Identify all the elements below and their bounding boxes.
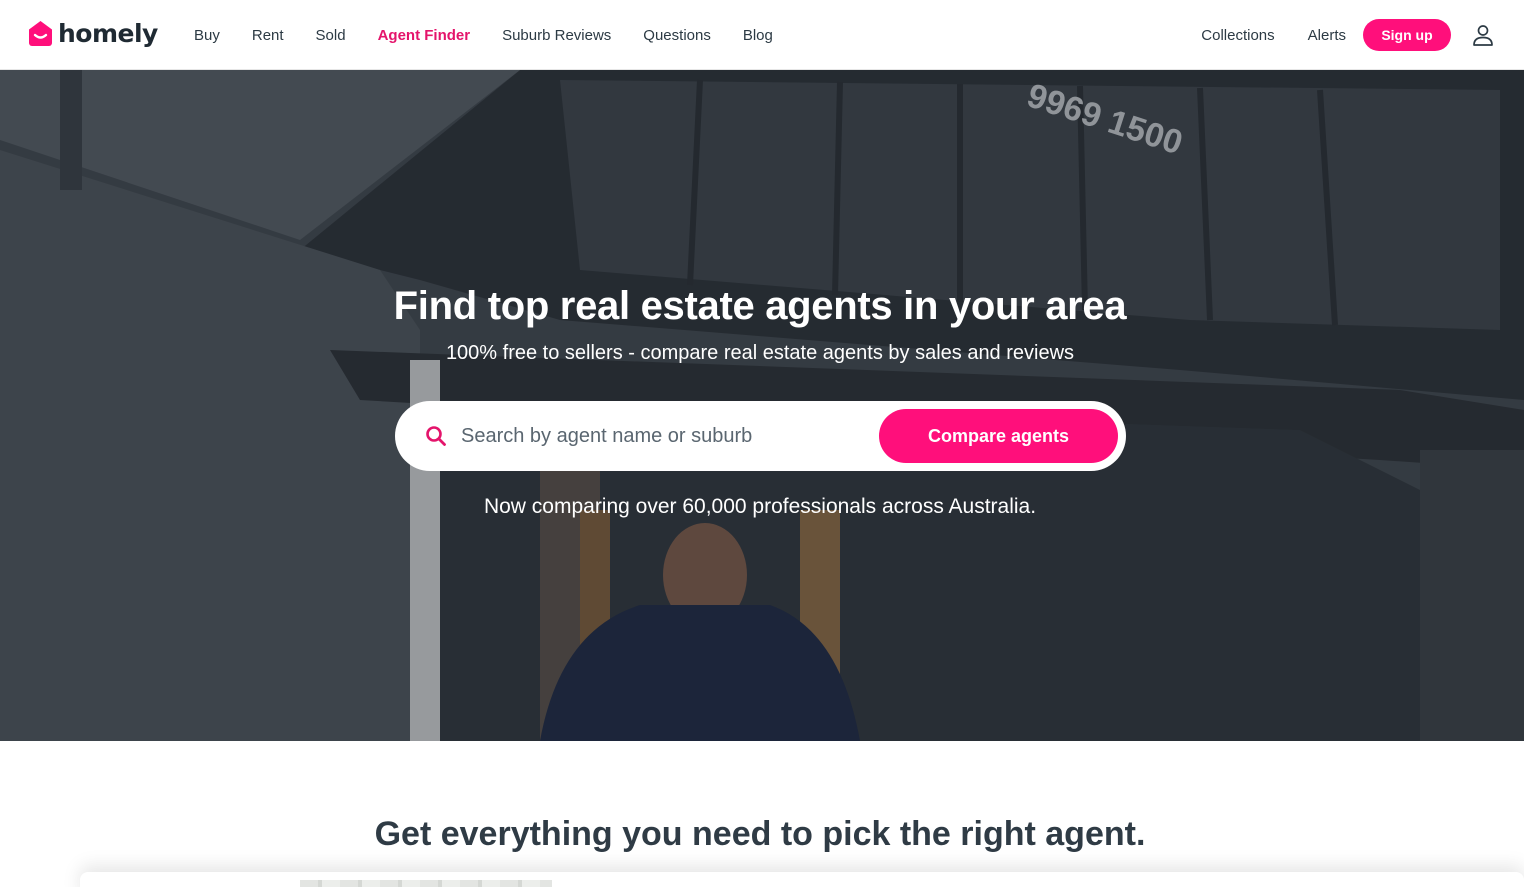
hero-title: Find top real estate agents in your area	[393, 284, 1127, 328]
nav-item-blog[interactable]: Blog	[743, 27, 773, 44]
user-icon[interactable]	[1471, 23, 1495, 47]
compare-agents-button[interactable]: Compare agents	[879, 409, 1118, 463]
house-logo-icon	[29, 20, 52, 46]
hero-subtitle: 100% free to sellers - compare real esta…	[445, 342, 1075, 364]
agent-search-bar: Compare agents	[395, 401, 1126, 471]
professionals-count-text: Now comparing over 60,000 professionals …	[483, 495, 1037, 518]
collections-link[interactable]: Collections	[1201, 27, 1274, 44]
map-thumbnail	[300, 880, 552, 887]
sign-up-button[interactable]: Sign up	[1363, 19, 1451, 51]
site-header: homely Buy Rent Sold Agent Finder Suburb…	[0, 0, 1524, 70]
hero-section: 9969 1500 Find top real estate agents in…	[0, 70, 1524, 741]
homely-logo[interactable]: homely	[27, 17, 158, 49]
nav-item-questions[interactable]: Questions	[643, 27, 711, 44]
agent-search-input[interactable]	[461, 416, 861, 456]
nav-item-agent-finder[interactable]: Agent Finder	[378, 27, 471, 44]
search-icon	[426, 426, 446, 446]
main-nav: Buy Rent Sold Agent Finder Suburb Review…	[194, 0, 805, 70]
feature-card	[80, 872, 1524, 887]
alerts-link[interactable]: Alerts	[1308, 27, 1346, 44]
nav-item-sold[interactable]: Sold	[316, 27, 346, 44]
nav-item-rent[interactable]: Rent	[252, 27, 284, 44]
logo-wordmark: homely	[58, 18, 158, 48]
section-title: Get everything you need to pick the righ…	[374, 815, 1146, 853]
nav-item-buy[interactable]: Buy	[194, 27, 220, 44]
nav-item-suburb-reviews[interactable]: Suburb Reviews	[502, 27, 611, 44]
account-nav: Collections Alerts Sign up	[1201, 0, 1524, 70]
